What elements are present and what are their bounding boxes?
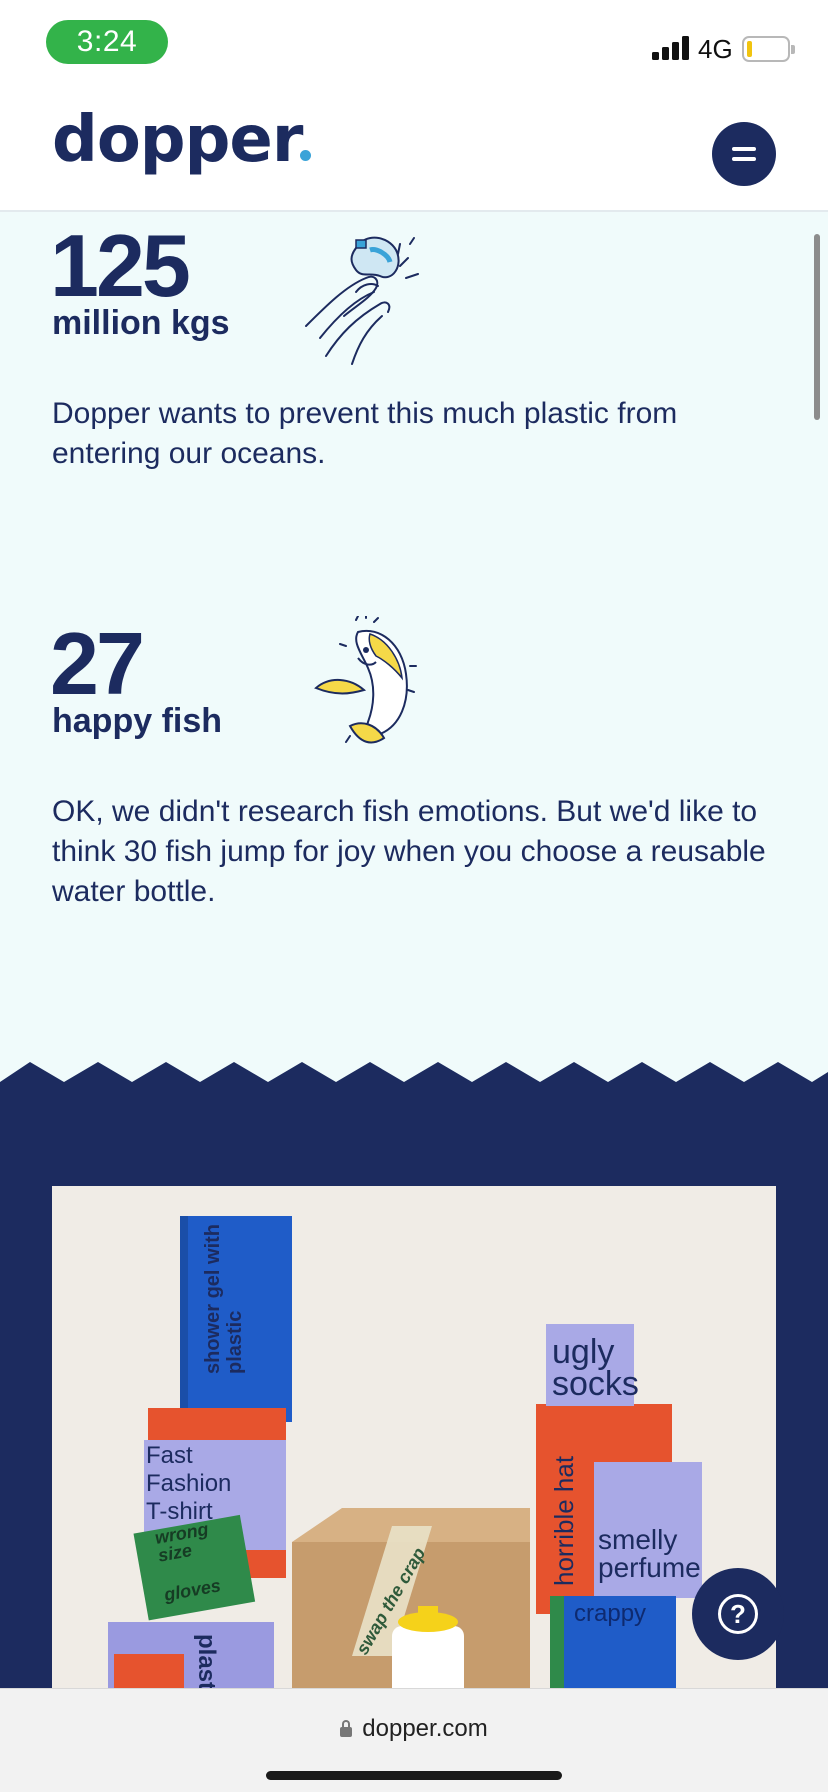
address-bar[interactable]: dopper.com: [0, 1715, 828, 1743]
stat-unit-plastic: million kgs: [52, 304, 230, 342]
label-horrible-hat: horrible hat: [549, 1455, 579, 1586]
url-text: dopper.com: [362, 1715, 488, 1742]
stat-number-fish: 27: [50, 614, 145, 713]
logo-drop-icon: [300, 150, 311, 161]
status-bar: 3:24 4G: [0, 0, 828, 88]
question-icon: ?: [718, 1594, 758, 1634]
label-smelly-perfume: smelly perfume: [598, 1524, 701, 1583]
scrollbar[interactable]: [814, 234, 820, 420]
dopper-logo[interactable]: dopper: [52, 108, 303, 172]
label-shower-gel: shower gel with plastic: [202, 1223, 246, 1374]
crushing-bottle-illustration: [305, 236, 419, 365]
label-plastic: plastic: [193, 1634, 220, 1688]
swap-the-crap-photo: shower gel with plastic Fast Fashion T-s…: [52, 1186, 776, 1688]
browser-bottom-bar: dopper.com: [0, 1688, 828, 1792]
home-indicator[interactable]: [266, 1771, 562, 1780]
stat-unit-fish: happy fish: [52, 702, 223, 740]
network-type: 4G: [698, 34, 733, 64]
impact-section: 125 million kgs Dopper wants to prevent …: [0, 212, 828, 1082]
menu-button[interactable]: [712, 122, 776, 186]
stat-description-plastic: Dopper wants to prevent this much plasti…: [52, 397, 678, 470]
lock-icon: [340, 1720, 353, 1737]
label-crappy: crappy: [574, 1600, 647, 1627]
stat-description-fish: OK, we didn't research fish emotions. Bu…: [52, 795, 766, 908]
battery-icon: [742, 36, 795, 62]
happy-fish-illustration: [314, 616, 417, 744]
label-ugly-socks: ugly socks: [552, 1333, 639, 1403]
boxes-photo-art: [108, 1216, 702, 1688]
help-button[interactable]: ?: [692, 1568, 784, 1660]
status-time: 3:24: [46, 20, 168, 64]
site-header: dopper: [0, 88, 828, 212]
stat-number-plastic: 125: [50, 216, 191, 315]
label-fast-fashion: Fast Fashion T-shirt: [146, 1442, 232, 1525]
signal-icon: [652, 36, 692, 60]
